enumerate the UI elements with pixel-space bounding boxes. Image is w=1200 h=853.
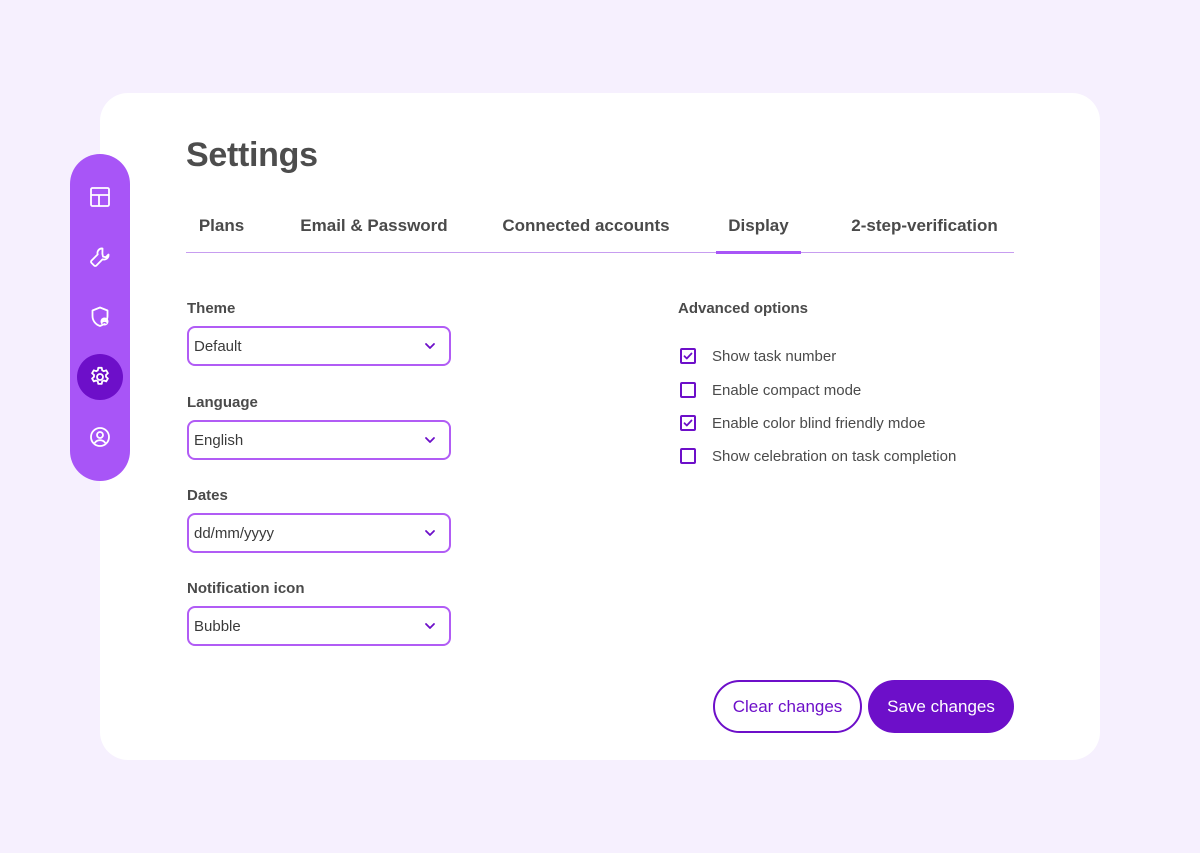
option-label: Enable color blind friendly mdoe: [712, 414, 926, 432]
option-show-task-number: Show task number: [680, 346, 836, 366]
advanced-options-title: Advanced options: [678, 300, 809, 317]
language-select[interactable]: English: [187, 420, 451, 460]
notification-icon-value: Bubble: [194, 617, 241, 635]
language-value: English: [194, 431, 244, 449]
chevron-down-icon: [425, 343, 435, 349]
option-label: Enable compact mode: [712, 381, 862, 399]
chevron-down-icon: [425, 623, 435, 629]
notification-icon-label: Notification icon: [187, 580, 305, 597]
checkbox[interactable]: [680, 415, 696, 431]
language-label: Language: [187, 394, 258, 411]
option-label: Show task number: [712, 347, 837, 365]
gear-icon: [91, 366, 109, 385]
dates-select[interactable]: dd/mm/yyyy: [187, 513, 451, 553]
checkmark-icon: [683, 352, 693, 360]
notification-icon-select[interactable]: Bubble: [187, 606, 451, 646]
checkbox[interactable]: [680, 382, 696, 398]
save-changes-button[interactable]: Save changes: [868, 680, 1014, 733]
shield-user-icon: [91, 306, 109, 327]
wrench-icon: [90, 247, 110, 267]
theme-value: Default: [194, 337, 242, 355]
tab-email-password[interactable]: Email & Password: [293, 216, 455, 252]
sidebar: [70, 154, 130, 481]
option-label: Show celebration on task completion: [712, 447, 957, 465]
checkbox[interactable]: [680, 348, 696, 364]
chevron-down-icon: [425, 437, 435, 443]
checkmark-icon: [683, 419, 693, 427]
tab-display[interactable]: Display: [716, 216, 801, 254]
dates-value: dd/mm/yyyy: [194, 524, 275, 542]
settings-tabs: Plans Email & Password Connected account…: [186, 216, 1014, 254]
dates-label: Dates: [187, 487, 228, 504]
page-title: Settings: [186, 136, 318, 174]
sidebar-item-security[interactable]: [77, 294, 123, 340]
sidebar-item-layout[interactable]: [77, 174, 123, 220]
option-enable-compact-mode: Enable compact mode: [680, 380, 861, 400]
checkbox[interactable]: [680, 448, 696, 464]
option-color-blind-friendly: Enable color blind friendly mdoe: [680, 413, 925, 433]
theme-label: Theme: [187, 300, 236, 317]
clear-changes-button[interactable]: Clear changes: [713, 680, 862, 733]
option-show-celebration: Show celebration on task completion: [680, 446, 956, 466]
sidebar-item-settings[interactable]: [77, 354, 123, 400]
chevron-down-icon: [425, 530, 435, 536]
user-circle-icon: [90, 427, 110, 447]
tab-plans[interactable]: Plans: [186, 216, 257, 252]
tab-connected-accounts[interactable]: Connected accounts: [492, 216, 680, 252]
tab-2-step-verification[interactable]: 2-step-verification: [837, 216, 1012, 252]
theme-select[interactable]: Default: [187, 326, 451, 366]
layout-icon: [90, 187, 110, 207]
sidebar-item-tools[interactable]: [77, 234, 123, 280]
sidebar-item-profile[interactable]: [77, 414, 123, 460]
